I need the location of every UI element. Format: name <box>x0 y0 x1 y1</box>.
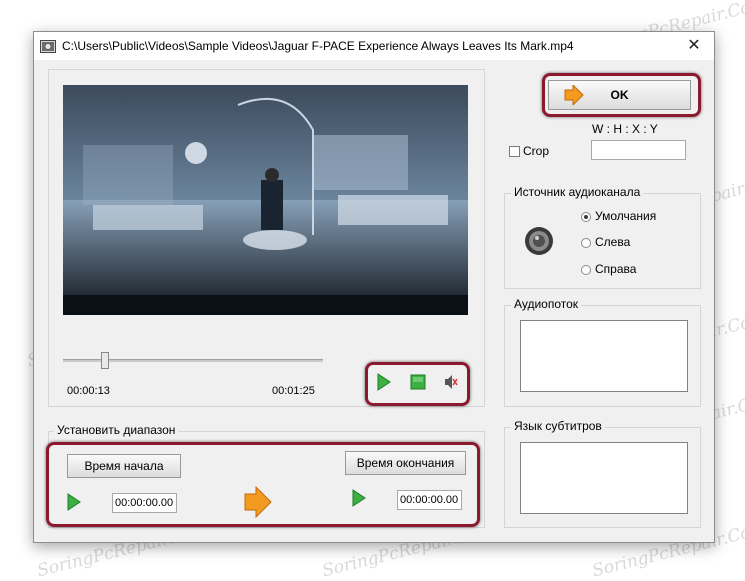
mute-icon[interactable] <box>444 374 458 390</box>
radio-left-label[interactable]: Слева <box>595 235 630 249</box>
title-bar: C:\Users\Public\Videos\Sample Videos\Jag… <box>34 32 714 60</box>
subtitles-list[interactable] <box>520 442 688 514</box>
close-button[interactable]: ✕ <box>682 35 706 57</box>
set-end-play-icon[interactable] <box>351 489 367 507</box>
start-time-field[interactable]: 00:00:00.00 <box>112 493 177 513</box>
range-group-title: Установить диапазон <box>54 423 179 437</box>
dialog-window: C:\Users\Public\Videos\Sample Videos\Jag… <box>33 31 715 543</box>
seek-slider-thumb[interactable] <box>100 352 109 369</box>
set-start-play-icon[interactable] <box>66 493 82 511</box>
ok-button-label: OK <box>610 88 629 102</box>
audio-stream-title: Аудиопоток <box>511 297 582 311</box>
stop-icon[interactable] <box>410 374 426 390</box>
start-time-button[interactable]: Время начала <box>67 454 181 478</box>
crop-checkbox[interactable] <box>509 146 520 157</box>
play-icon[interactable] <box>376 373 392 391</box>
crop-label[interactable]: Crop <box>523 144 549 158</box>
current-time: 00:00:13 <box>67 385 110 397</box>
crop-input[interactable] <box>591 140 686 160</box>
radio-left[interactable] <box>581 238 591 248</box>
total-time: 00:01:25 <box>272 385 315 397</box>
subtitles-title: Язык субтитров <box>511 419 605 433</box>
radio-right-label[interactable]: Справа <box>595 262 636 276</box>
audio-channel-title: Источник аудиоканала <box>511 185 644 199</box>
radio-right[interactable] <box>581 265 591 275</box>
window-title: C:\Users\Public\Videos\Sample Videos\Jag… <box>62 39 574 53</box>
video-preview <box>63 85 468 315</box>
range-arrow-icon <box>244 486 272 518</box>
radio-default[interactable] <box>581 212 591 222</box>
end-time-field[interactable]: 00:00:00.00 <box>397 490 462 510</box>
video-frame-image <box>63 85 468 315</box>
end-time-button[interactable]: Время окончания <box>345 451 466 475</box>
ok-button[interactable]: OK <box>548 80 691 110</box>
audio-stream-list[interactable] <box>520 320 688 392</box>
radio-default-label[interactable]: Умолчания <box>595 209 656 223</box>
crop-ratio-label: W : H : X : Y <box>592 122 658 136</box>
speaker-icon <box>525 227 553 255</box>
film-icon <box>40 40 56 53</box>
